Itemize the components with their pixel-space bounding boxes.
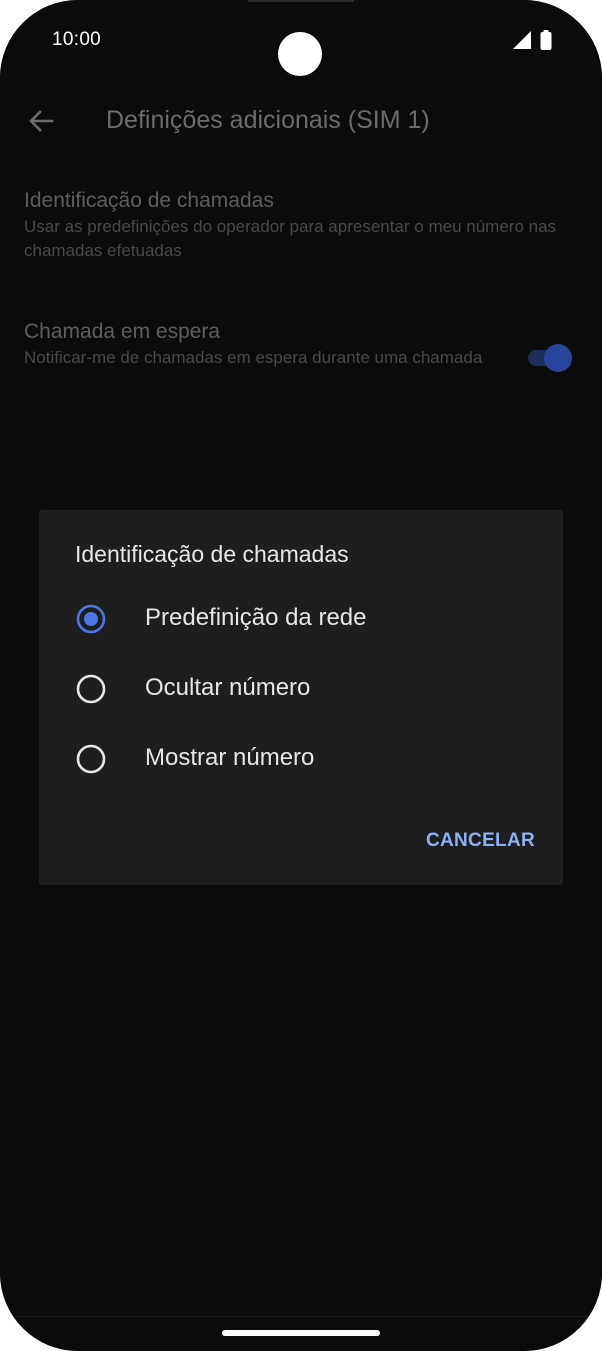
option-show-number[interactable]: Mostrar número — [75, 734, 535, 784]
radio-unselected-icon[interactable] — [75, 673, 107, 705]
option-label: Predefinição da rede — [145, 604, 367, 631]
setting-title: Chamada em espera — [24, 320, 221, 343]
phone-frame: 10:00 Definições adicionais (SIM 1) Iden… — [0, 0, 602, 1351]
earpiece — [248, 0, 354, 2]
option-label: Ocultar número — [145, 674, 311, 701]
dialog-title: Identificação de chamadas — [75, 541, 349, 567]
nav-divider — [0, 1316, 602, 1317]
setting-subtitle: Notificar-me de chamadas em espera duran… — [24, 348, 483, 367]
setting-caller-id[interactable]: Identificação de chamadas Usar as predef… — [24, 187, 564, 263]
cancel-button[interactable]: CANCELAR — [411, 823, 535, 859]
status-icons — [512, 30, 552, 50]
setting-subtitle: Usar as predefinições do operador para a… — [24, 217, 557, 260]
back-button[interactable] — [26, 106, 56, 136]
screen: 10:00 Definições adicionais (SIM 1) Iden… — [0, 0, 602, 1351]
radio-selected-icon[interactable] — [75, 603, 107, 635]
arrow-back-icon — [29, 110, 54, 132]
option-hide-number[interactable]: Ocultar número — [75, 664, 535, 714]
page-title: Definições adicionais (SIM 1) — [106, 106, 430, 134]
setting-call-waiting[interactable]: Chamada em espera Notificar-me de chamad… — [24, 318, 504, 370]
caller-id-dialog: Identificação de chamadas Predefinição d… — [39, 510, 563, 885]
setting-title: Identificação de chamadas — [24, 189, 274, 212]
front-camera — [278, 32, 322, 76]
option-network-default[interactable]: Predefinição da rede — [75, 594, 535, 644]
option-label: Mostrar número — [145, 744, 315, 771]
radio-unselected-icon[interactable] — [75, 743, 107, 775]
call-waiting-toggle[interactable] — [526, 344, 572, 372]
home-indicator[interactable] — [222, 1330, 380, 1336]
battery-icon — [540, 30, 552, 50]
status-time: 10:00 — [52, 29, 102, 50]
toggle-thumb — [544, 344, 572, 372]
cell-signal-icon — [513, 31, 531, 49]
